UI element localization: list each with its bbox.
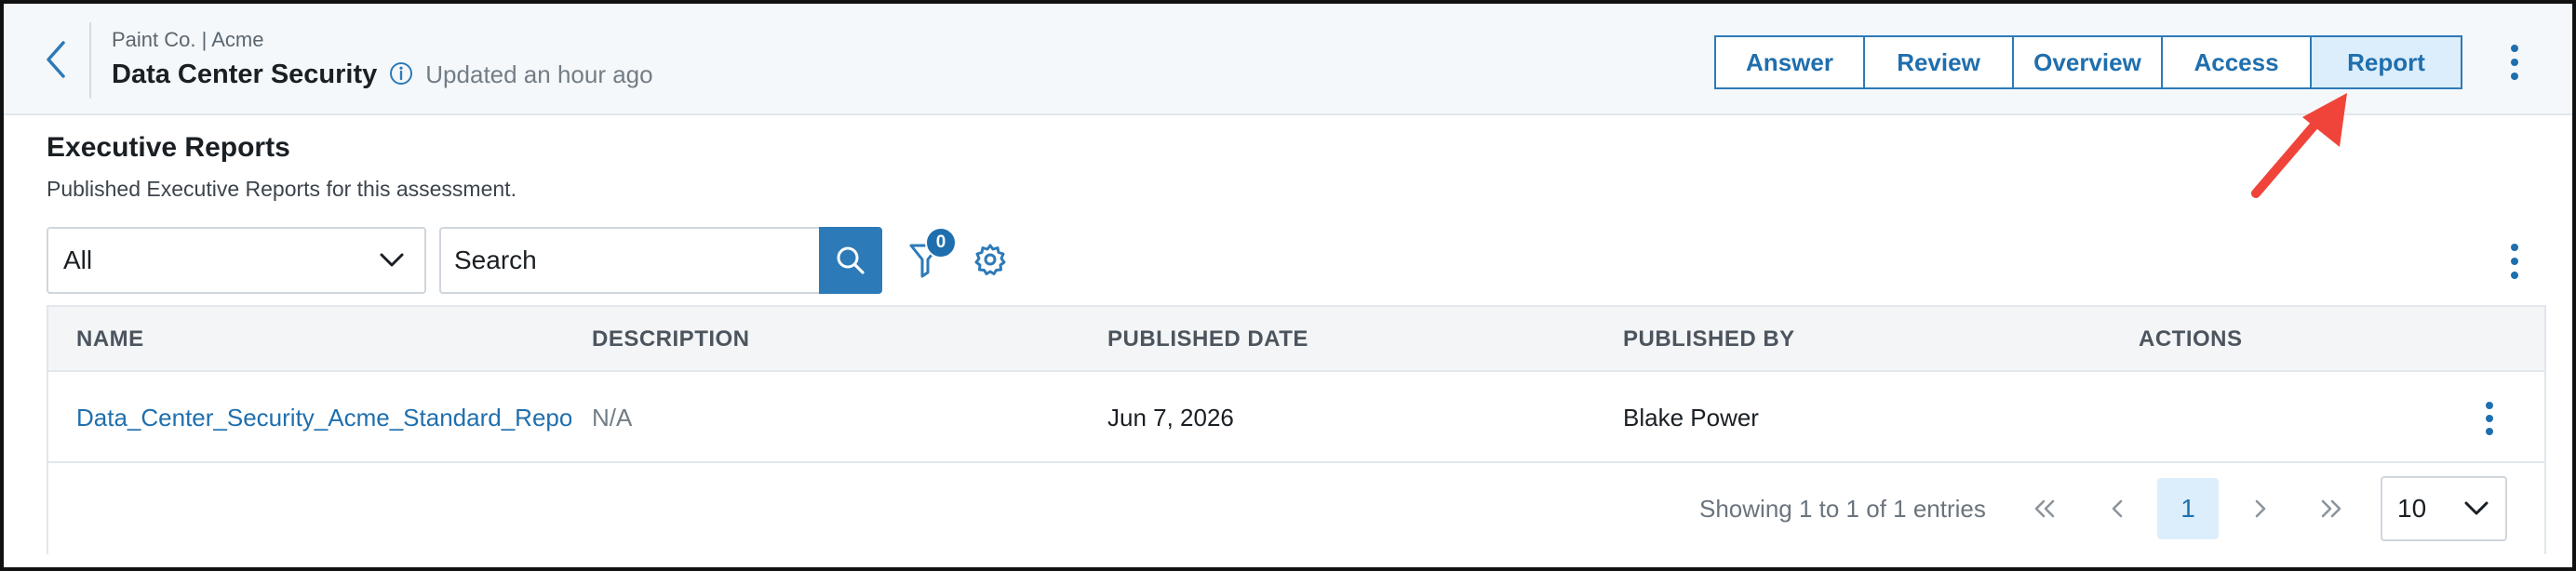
chevron-left-icon xyxy=(2112,499,2123,518)
status-filter-select[interactable]: All xyxy=(47,227,426,294)
pagination-summary: Showing 1 to 1 of 1 entries xyxy=(1699,494,1986,523)
column-header-name[interactable]: NAME xyxy=(76,307,144,372)
back-button[interactable] xyxy=(37,35,74,84)
updated-timestamp: Updated an hour ago xyxy=(425,60,653,88)
gear-icon[interactable] xyxy=(973,243,1007,276)
kebab-dot xyxy=(2511,59,2518,66)
kebab-dot xyxy=(2511,73,2518,80)
report-published-date: Jun 7, 2026 xyxy=(1107,403,1234,432)
annotation-arrow-icon xyxy=(2251,93,2347,198)
toolbar-more-menu-button[interactable] xyxy=(2498,242,2531,281)
table-row: Data_Center_Security_Acme_Standard_Repor… xyxy=(48,372,2544,463)
app-frame: Paint Co. | Acme Data Center Security Up… xyxy=(0,0,2576,571)
tab-access[interactable]: Access xyxy=(2163,37,2312,87)
kebab-dot xyxy=(2511,258,2518,265)
info-icon[interactable] xyxy=(388,60,414,86)
page-1-button[interactable]: 1 xyxy=(2157,478,2219,539)
header-more-menu-button[interactable] xyxy=(2498,39,2531,86)
page-header: Paint Co. | Acme Data Center Security Up… xyxy=(4,4,2572,115)
page-size-select[interactable]: 10 xyxy=(2381,476,2507,541)
chevron-down-icon xyxy=(380,253,404,267)
search-input-text: Search xyxy=(454,246,537,274)
chevrons-right-icon xyxy=(2321,499,2341,518)
report-description: N/A xyxy=(592,403,633,432)
kebab-icon xyxy=(2486,402,2493,409)
chevrons-left-icon xyxy=(2034,499,2055,518)
kebab-icon xyxy=(2511,244,2518,251)
tab-review[interactable]: Review xyxy=(1865,37,2014,87)
first-page-button[interactable] xyxy=(2014,478,2075,539)
chevron-left-icon xyxy=(47,41,65,78)
column-header-published-by[interactable]: PUBLISHED BY xyxy=(1623,307,1795,372)
next-page-button[interactable] xyxy=(2230,478,2291,539)
filter-count-badge: 0 xyxy=(925,227,957,259)
view-tabs: Answer Review Overview Access Report xyxy=(1714,35,2462,89)
kebab-dot xyxy=(2511,272,2518,279)
search-button[interactable] xyxy=(819,227,882,294)
tab-answer[interactable]: Answer xyxy=(1716,37,1865,87)
kebab-dot xyxy=(2486,415,2493,422)
kebab-dot xyxy=(2486,428,2493,435)
search-input[interactable]: Search xyxy=(439,227,821,294)
header-divider xyxy=(89,22,91,99)
tab-overview[interactable]: Overview xyxy=(2014,37,2163,87)
chevron-down-icon xyxy=(2464,501,2489,515)
page-size-value: 10 xyxy=(2397,494,2427,523)
section-subtitle: Published Executive Reports for this ass… xyxy=(47,177,517,201)
previous-page-button[interactable] xyxy=(2086,478,2148,539)
reports-table: NAME DESCRIPTION PUBLISHED DATE PUBLISHE… xyxy=(47,305,2546,554)
row-actions-menu-button[interactable] xyxy=(2475,400,2503,437)
last-page-button[interactable] xyxy=(2301,478,2362,539)
report-published-by: Blake Power xyxy=(1623,403,1759,432)
kebab-icon xyxy=(2511,45,2518,52)
search-icon xyxy=(837,246,865,274)
breadcrumb: Paint Co. | Acme xyxy=(112,28,264,51)
pagination-bar: Showing 1 to 1 of 1 entries 1 10 xyxy=(48,463,2544,554)
column-header-actions: ACTIONS xyxy=(2139,326,2243,352)
table-header: NAME DESCRIPTION PUBLISHED DATE PUBLISHE… xyxy=(48,307,2544,372)
report-name-link[interactable]: Data_Center_Security_Acme_Standard_Repor… xyxy=(76,372,571,463)
section-title: Executive Reports xyxy=(47,132,290,163)
title-row: Data Center Security Updated an hour ago xyxy=(112,60,653,90)
column-header-description[interactable]: DESCRIPTION xyxy=(592,307,750,372)
column-header-published-date[interactable]: PUBLISHED DATE xyxy=(1107,307,1308,372)
page-title: Data Center Security xyxy=(112,60,378,89)
status-filter-value: All xyxy=(63,246,93,274)
chevron-right-icon xyxy=(2255,499,2266,518)
tab-report[interactable]: Report xyxy=(2312,37,2461,87)
